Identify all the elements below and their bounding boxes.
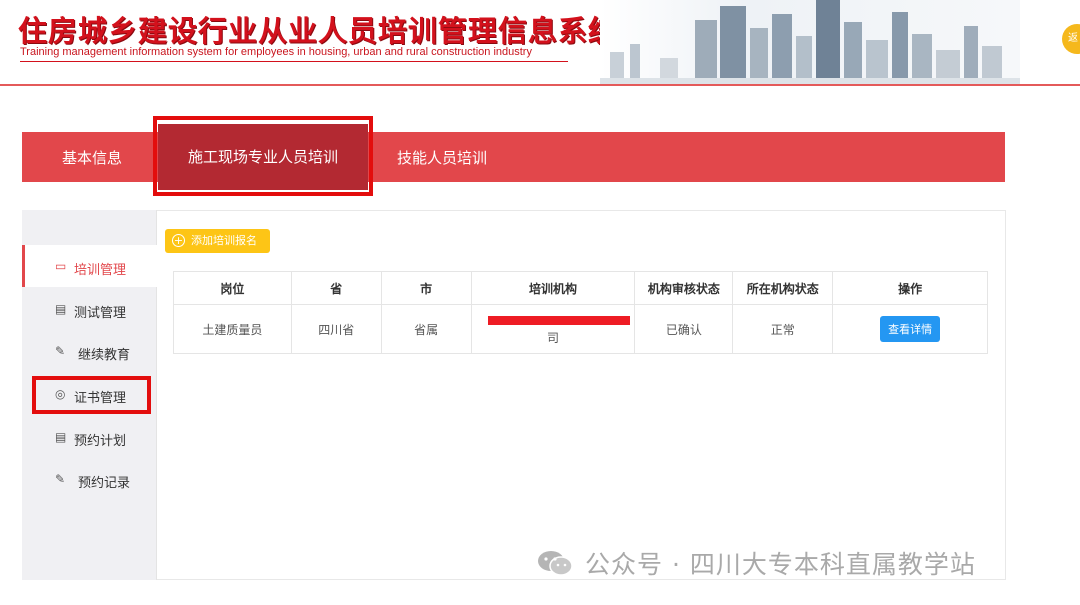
cell-training-org: 司 <box>470 304 636 354</box>
cell-review-status: 已确认 <box>634 304 734 354</box>
column-header: 省 <box>290 271 382 305</box>
back-button[interactable]: 返 <box>1062 24 1080 54</box>
column-header: 所在机构状态 <box>732 271 834 305</box>
edit-icon: ✎ <box>55 344 66 358</box>
cell-action: 查看详情 <box>832 304 988 354</box>
sidebar-item-label: 测试管理 <box>74 306 127 321</box>
sidebar-item-label: 培训管理 <box>74 263 127 278</box>
system-title: 住房城乡建设行业从业人员培训管理信息系统 <box>18 14 619 48</box>
cell-city: 省属 <box>380 304 472 354</box>
header-divider <box>0 84 1080 86</box>
watermark-text: 公众号 · 四川大专本科直属教学站 <box>585 550 976 579</box>
edit-icon: ✎ <box>55 472 66 486</box>
column-header: 机构审核状态 <box>634 271 734 305</box>
highlight-box-certificate-management <box>32 376 151 414</box>
page: 住房城乡建设行业从业人员培训管理信息系统 Training management… <box>0 0 1080 605</box>
org-name-tail: 司 <box>547 330 560 345</box>
sidebar-item-booking-plan[interactable]: ▤ 预约计划 <box>22 416 157 458</box>
view-details-button[interactable]: 查看详情 <box>880 316 941 342</box>
title-underline <box>20 61 568 62</box>
sidebar-item-booking-records[interactable]: ✎ 预约记录 <box>22 458 157 500</box>
table-header-row: 岗位 省 市 培训机构 机构审核状态 所在机构状态 操作 <box>173 271 988 305</box>
wechat-icon <box>538 551 573 576</box>
sidebar-item-label: 继续教育 <box>78 348 131 363</box>
city-skyline-banner <box>600 0 1020 84</box>
highlight-box-active-tab <box>153 116 373 196</box>
sidebar-item-test-management[interactable]: ▤ 测试管理 <box>22 288 157 330</box>
clipboard-icon: ▤ <box>55 302 67 316</box>
message-icon: ▭ <box>55 259 67 273</box>
clipboard-icon: ▤ <box>55 430 67 444</box>
column-header: 市 <box>380 271 472 305</box>
tab-basic-info[interactable]: 基本信息 <box>62 132 122 182</box>
redaction-bar <box>487 316 630 325</box>
cell-province: 四川省 <box>290 304 382 354</box>
training-table: 岗位 省 市 培训机构 机构审核状态 所在机构状态 操作 土建质量员 四川省 省… <box>173 271 988 354</box>
plus-circle-icon: + <box>172 234 185 247</box>
add-training-registration-button[interactable]: + 添加培训报名 <box>165 229 270 253</box>
sidebar-item-training-management[interactable]: ▭ 培训管理 <box>22 245 157 287</box>
table-row: 土建质量员 四川省 省属 司 已确认 正常 查看详情 <box>173 304 988 354</box>
sidebar-item-label: 预约计划 <box>74 434 127 449</box>
column-header: 操作 <box>832 271 988 305</box>
column-header: 岗位 <box>173 271 292 305</box>
system-subtitle: Training management information system f… <box>20 46 532 58</box>
sidebar-item-continuing-education[interactable]: ✎ 继续教育 <box>22 330 157 372</box>
cell-position: 土建质量员 <box>173 304 292 354</box>
add-button-label: 添加培训报名 <box>191 234 257 247</box>
column-header: 培训机构 <box>470 271 636 305</box>
app-header: 住房城乡建设行业从业人员培训管理信息系统 Training management… <box>0 0 1080 86</box>
cell-org-status: 正常 <box>732 304 834 354</box>
sidebar-item-label: 预约记录 <box>78 476 131 491</box>
content-panel <box>22 210 1006 580</box>
tab-skill-training[interactable]: 技能人员培训 <box>397 132 487 182</box>
